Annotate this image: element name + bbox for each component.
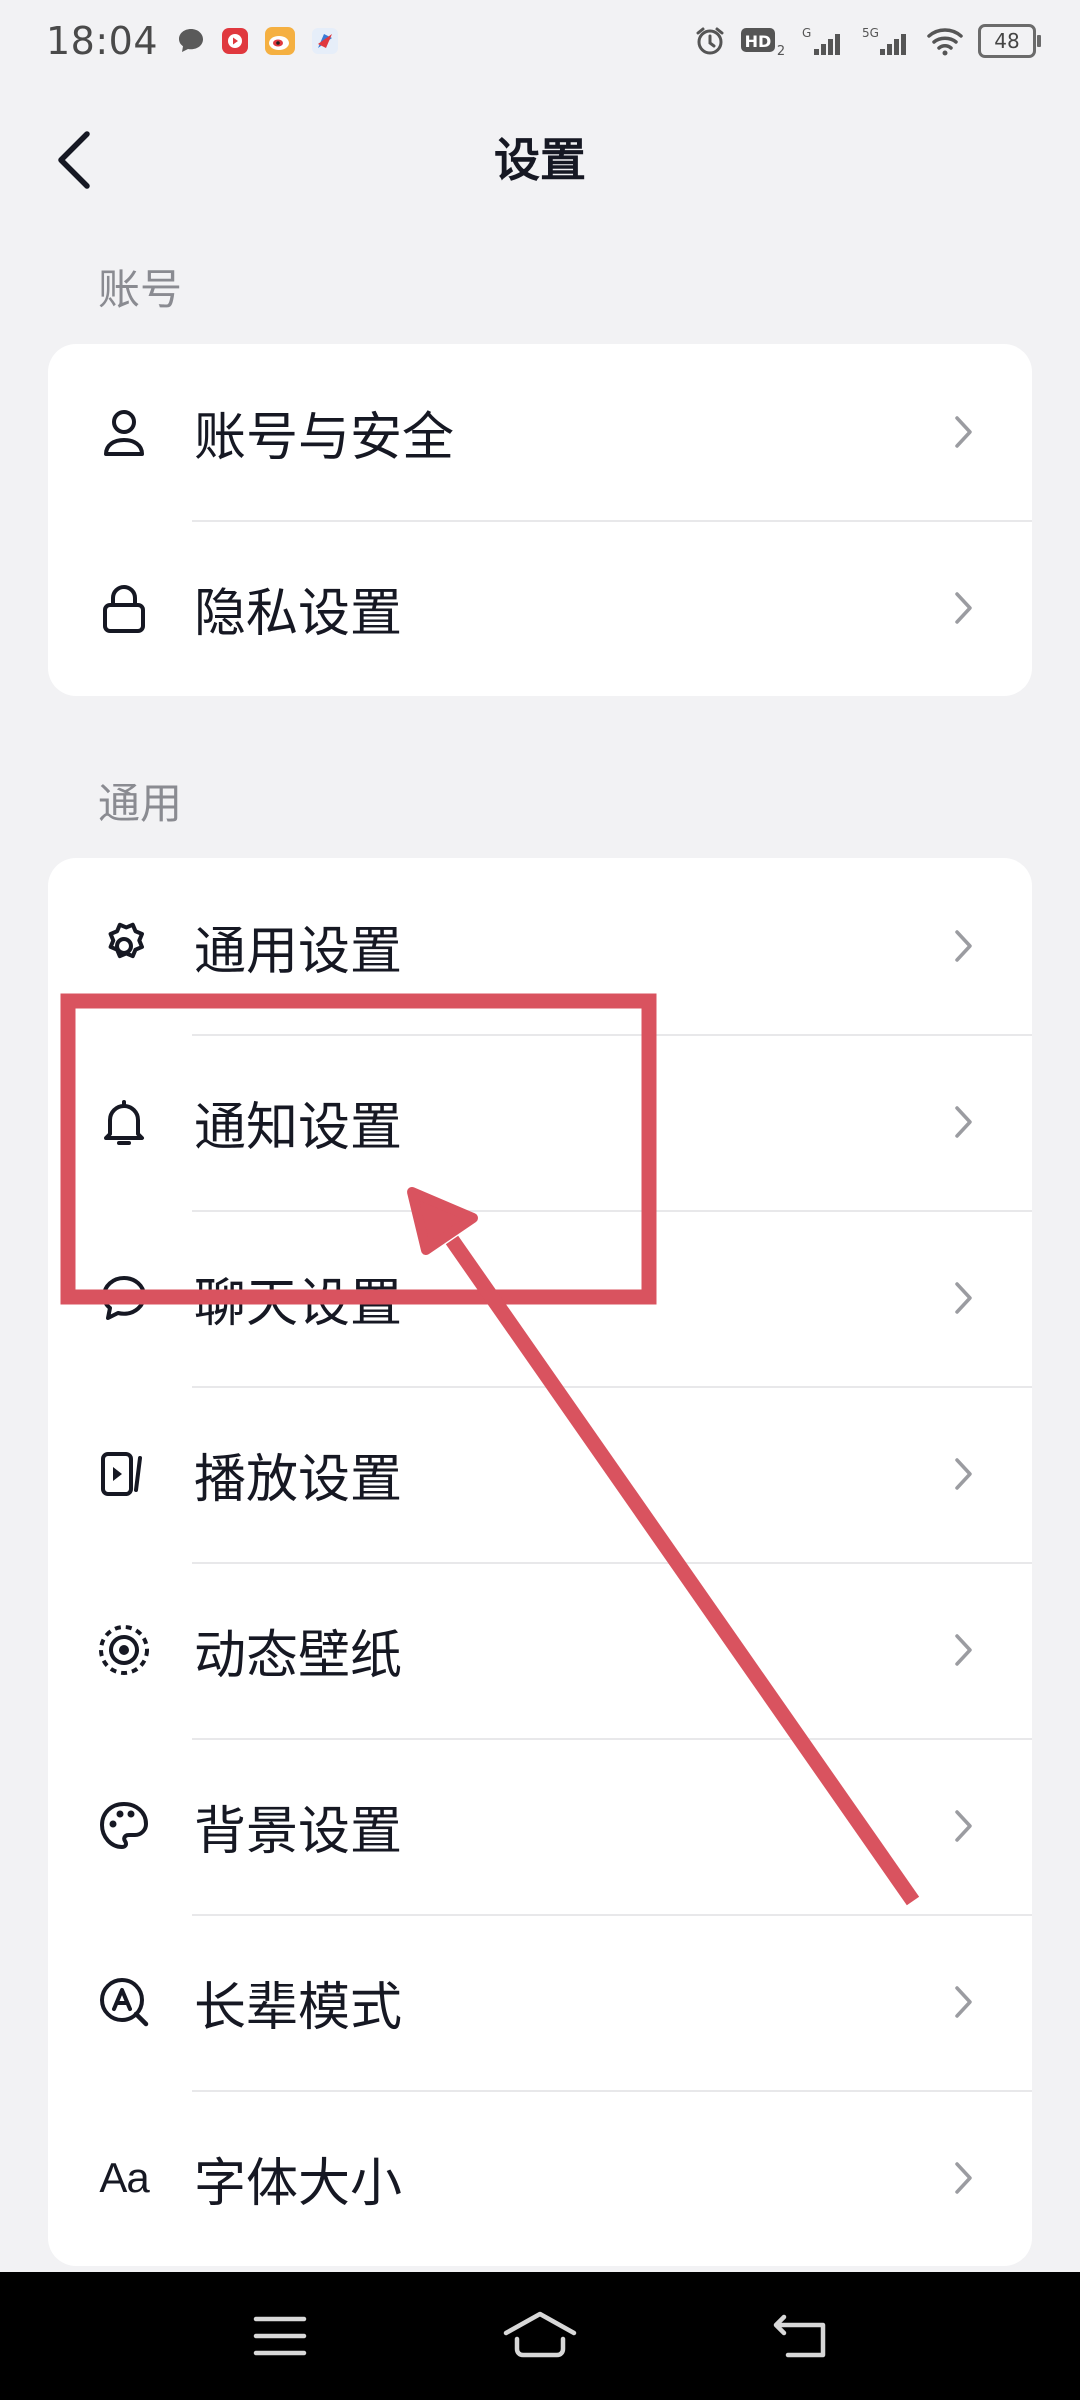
- settings-row-account-security[interactable]: 账号与安全: [48, 344, 1032, 520]
- section-label-account: 账号: [98, 265, 183, 314]
- settings-row-background[interactable]: 背景设置: [48, 1738, 1032, 1914]
- row-label: 动态壁纸: [194, 1625, 403, 1686]
- home-icon: [503, 2311, 577, 2358]
- play-icon: [96, 1446, 152, 1502]
- chevron-right-icon: [948, 588, 980, 628]
- chevron-right-icon: [948, 1630, 980, 1670]
- chat-bubble-icon: [96, 1270, 152, 1326]
- font-size-icon: Aa: [99, 2154, 149, 2201]
- user-icon: [96, 404, 152, 460]
- chevron-right-icon: [948, 926, 980, 966]
- row-label: 字体大小: [194, 2153, 403, 2214]
- status-right: HD 2 G 5G 48: [694, 24, 1041, 58]
- gear-icon: [96, 918, 152, 974]
- status-left: 18:04: [46, 19, 340, 63]
- battery-indicator: 48: [978, 24, 1041, 58]
- live-wallpaper-icon: [96, 1622, 152, 1678]
- row-label: 隐私设置: [194, 583, 403, 644]
- bell-icon: [96, 1094, 152, 1150]
- status-bar: 18:04 HD 2 G 5G 48: [0, 0, 1080, 82]
- notification-icons: [176, 26, 340, 56]
- video-app-notification-icon: [222, 28, 249, 54]
- chevron-right-icon: [948, 412, 980, 452]
- lock-icon: [96, 580, 152, 636]
- header: 设置: [0, 100, 1080, 220]
- settings-row-elder-mode[interactable]: 长辈模式: [48, 1914, 1032, 2090]
- settings-row-privacy[interactable]: 隐私设置: [48, 520, 1032, 696]
- palette-icon: [96, 1798, 152, 1854]
- page-title: 设置: [494, 133, 586, 187]
- svg-text:HD: HD: [745, 32, 772, 51]
- signal-5g-icon: 5G: [862, 26, 906, 55]
- settings-row-general[interactable]: 通用设置: [48, 858, 1032, 1034]
- row-label: 播放设置: [194, 1449, 403, 1510]
- row-label: 账号与安全: [194, 407, 455, 468]
- chevron-right-icon: [948, 2158, 980, 2198]
- row-label: 聊天设置: [194, 1273, 403, 1334]
- row-label: 背景设置: [194, 1801, 403, 1862]
- svg-text:G: G: [802, 26, 811, 40]
- svg-text:5G: 5G: [862, 26, 879, 40]
- settings-row-notification[interactable]: 通知设置: [48, 1034, 1032, 1210]
- status-time: 18:04: [46, 19, 159, 63]
- settings-row-font-size[interactable]: Aa 字体大小: [48, 2090, 1032, 2266]
- navigation-bar: [0, 2272, 1080, 2400]
- back-nav-button[interactable]: [755, 2301, 845, 2371]
- settings-row-chat[interactable]: 聊天设置: [48, 1210, 1032, 1386]
- svg-text:2: 2: [777, 44, 785, 57]
- elder-mode-icon: [96, 1974, 152, 2030]
- chevron-right-icon: [948, 1102, 980, 1142]
- section-label-general: 通用: [98, 779, 183, 828]
- settings-row-playback[interactable]: 播放设置: [48, 1386, 1032, 1562]
- chevron-right-icon: [948, 1454, 980, 1494]
- browser-notification-icon: [312, 28, 339, 54]
- chevron-right-icon: [948, 1806, 980, 1846]
- return-icon: [773, 2314, 826, 2358]
- general-card: 通用设置 通知设置 聊天设置 播放设置 动态壁纸 背景设置 长辈模式 Aa 字体…: [48, 858, 1032, 2266]
- chevron-right-icon: [948, 1278, 980, 1318]
- account-card: 账号与安全 隐私设置: [48, 344, 1032, 696]
- row-label: 通知设置: [194, 1097, 403, 1158]
- alarm-icon: [696, 27, 724, 55]
- hd-voice-icon: HD 2: [741, 28, 785, 57]
- menu-icon: [253, 2316, 307, 2356]
- wifi-icon: [927, 28, 963, 56]
- message-notification-icon: [179, 29, 204, 52]
- menu-button[interactable]: [235, 2301, 325, 2371]
- signal-g-icon: G: [802, 26, 840, 55]
- settings-row-live-wallpaper[interactable]: 动态壁纸: [48, 1562, 1032, 1738]
- row-label: 长辈模式: [194, 1977, 403, 2038]
- row-label: 通用设置: [194, 921, 403, 982]
- weibo-notification-icon: [265, 27, 296, 55]
- chevron-right-icon: [948, 1982, 980, 2022]
- home-button[interactable]: [495, 2301, 585, 2371]
